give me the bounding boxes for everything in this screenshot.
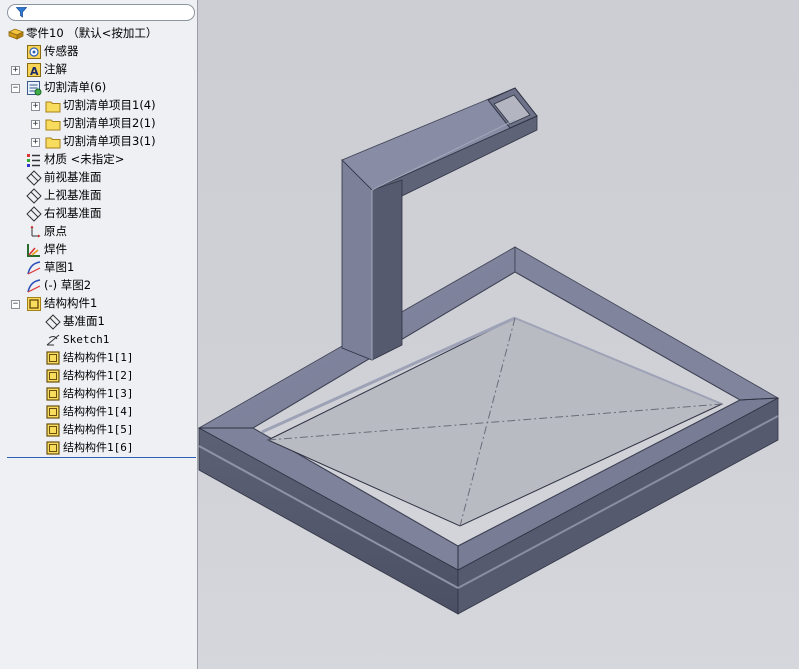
filter-box[interactable]: [7, 4, 195, 21]
structure-member-5[interactable]: 结构构件1[5]: [43, 421, 193, 438]
tree-item-annotations-label: 注解: [44, 62, 67, 76]
tree-item-weldment[interactable]: 焊件: [24, 241, 194, 258]
tree-item-origin-label: 原点: [44, 224, 67, 238]
tree-item-right-plane-label: 右视基准面: [44, 206, 102, 220]
tree-item-top-plane-label: 上视基准面: [44, 188, 102, 202]
expand-cutlist-item-1-toggle[interactable]: +: [31, 102, 40, 111]
structure-member-3[interactable]: 结构构件1[3]: [43, 385, 193, 402]
structure-member-6-label: 结构构件1[6]: [63, 441, 134, 454]
sketch-icon: [46, 334, 60, 346]
tree-item-origin[interactable]: 原点: [24, 223, 194, 240]
structural-member-icon: [46, 369, 60, 383]
cutlist-icon: [27, 81, 42, 96]
cutlist-item-3-label: 切割清单项目3(1): [63, 134, 156, 148]
tree-root-part[interactable]: 零件10 （默认<按加工）: [6, 25, 196, 42]
rollback-bar[interactable]: [7, 457, 196, 458]
plane-icon: [26, 170, 42, 186]
structure-member-2[interactable]: 结构构件1[2]: [43, 367, 193, 384]
structure-member-1[interactable]: 结构构件1[1]: [43, 349, 193, 366]
structural-member-icon: [46, 351, 60, 365]
filter-icon[interactable]: [16, 7, 27, 18]
weldment-model[interactable]: [198, 0, 799, 669]
cutlist-item-1-label: 切割清单项目1(4): [63, 98, 156, 112]
tree-root-label: 零件10 （默认<按加工）: [26, 26, 158, 40]
graphics-viewport[interactable]: [198, 0, 799, 669]
tree-item-weldment-label: 焊件: [44, 242, 67, 256]
tree-item-right-plane[interactable]: 右视基准面: [24, 205, 194, 222]
cutlist-item-1[interactable]: 切割清单项目1(4): [43, 97, 193, 114]
sketch-icon: [27, 279, 41, 293]
weldment-icon: [27, 244, 40, 257]
structural-member-icon: [27, 297, 41, 311]
tree-item-sketch1-label: 草图1: [44, 260, 75, 274]
structure-plane1[interactable]: 基准面1: [43, 313, 193, 330]
tree-item-sensors-label: 传感器: [44, 44, 79, 58]
structure-member-3-label: 结构构件1[3]: [63, 387, 134, 400]
structure-plane1-label: 基准面1: [63, 314, 105, 328]
expand-structure-toggle[interactable]: −: [11, 300, 20, 309]
feature-manager-panel: 零件10 （默认<按加工） 传感器 + A 注解 − 切割清单(6) + 切割清…: [0, 0, 198, 669]
tree-item-sketch2-label: (-) 草图2: [44, 278, 92, 292]
plane-icon: [26, 188, 42, 204]
expand-cutlist-item-2-toggle[interactable]: +: [31, 120, 40, 129]
origin-icon: [30, 225, 41, 238]
post-and-arm: [341, 87, 538, 361]
folder-icon: [45, 119, 61, 131]
tree-item-material-label: 材质 <未指定>: [44, 152, 125, 166]
material-icon: [27, 154, 40, 167]
folder-icon: [45, 137, 61, 149]
tree-item-front-plane[interactable]: 前视基准面: [24, 169, 194, 186]
tree-item-annotations[interactable]: A 注解: [24, 61, 194, 78]
cutlist-item-2-label: 切割清单项目2(1): [63, 116, 156, 130]
sensor-icon: [27, 45, 41, 59]
structure-member-5-label: 结构构件1[5]: [63, 423, 134, 436]
structural-member-icon: [46, 441, 60, 455]
tree-item-sketch2[interactable]: (-) 草图2: [24, 277, 194, 294]
structure-sketch1[interactable]: Sketch1: [43, 331, 193, 348]
sketch-icon: [27, 261, 41, 275]
folder-icon: [45, 101, 61, 113]
structure-member-4[interactable]: 结构构件1[4]: [43, 403, 193, 420]
structural-member-icon: [46, 423, 60, 437]
tree-item-front-plane-label: 前视基准面: [44, 170, 102, 184]
tree-item-structure[interactable]: 结构构件1: [24, 295, 194, 312]
structure-member-4-label: 结构构件1[4]: [63, 405, 134, 418]
tree-item-sensors[interactable]: 传感器: [24, 43, 194, 60]
expand-annotations-toggle[interactable]: +: [11, 66, 20, 75]
plane-icon: [45, 314, 61, 330]
svg-text:A: A: [30, 65, 39, 78]
tree-item-sketch1[interactable]: 草图1: [24, 259, 194, 276]
structure-member-1-label: 结构构件1[1]: [63, 351, 134, 364]
tree-item-structure-label: 结构构件1: [44, 296, 98, 310]
structure-member-2-label: 结构构件1[2]: [63, 369, 134, 382]
expand-cutlist-item-3-toggle[interactable]: +: [31, 138, 40, 147]
tree-item-top-plane[interactable]: 上视基准面: [24, 187, 194, 204]
part-icon: [8, 28, 24, 40]
cutlist-item-3[interactable]: 切割清单项目3(1): [43, 133, 193, 150]
base-frame: [198, 246, 780, 615]
structure-sketch1-label: Sketch1: [63, 333, 110, 346]
tree-item-cutlist[interactable]: 切割清单(6): [24, 79, 194, 96]
tree-item-material[interactable]: 材质 <未指定>: [24, 151, 194, 168]
structural-member-icon: [46, 405, 60, 419]
plane-icon: [26, 206, 42, 222]
structural-member-icon: [46, 387, 60, 401]
expand-cutlist-toggle[interactable]: −: [11, 84, 20, 93]
annotation-icon: A: [27, 63, 41, 78]
cutlist-item-2[interactable]: 切割清单项目2(1): [43, 115, 193, 132]
tree-item-cutlist-label: 切割清单(6): [44, 80, 107, 94]
structure-member-6[interactable]: 结构构件1[6]: [43, 439, 193, 456]
